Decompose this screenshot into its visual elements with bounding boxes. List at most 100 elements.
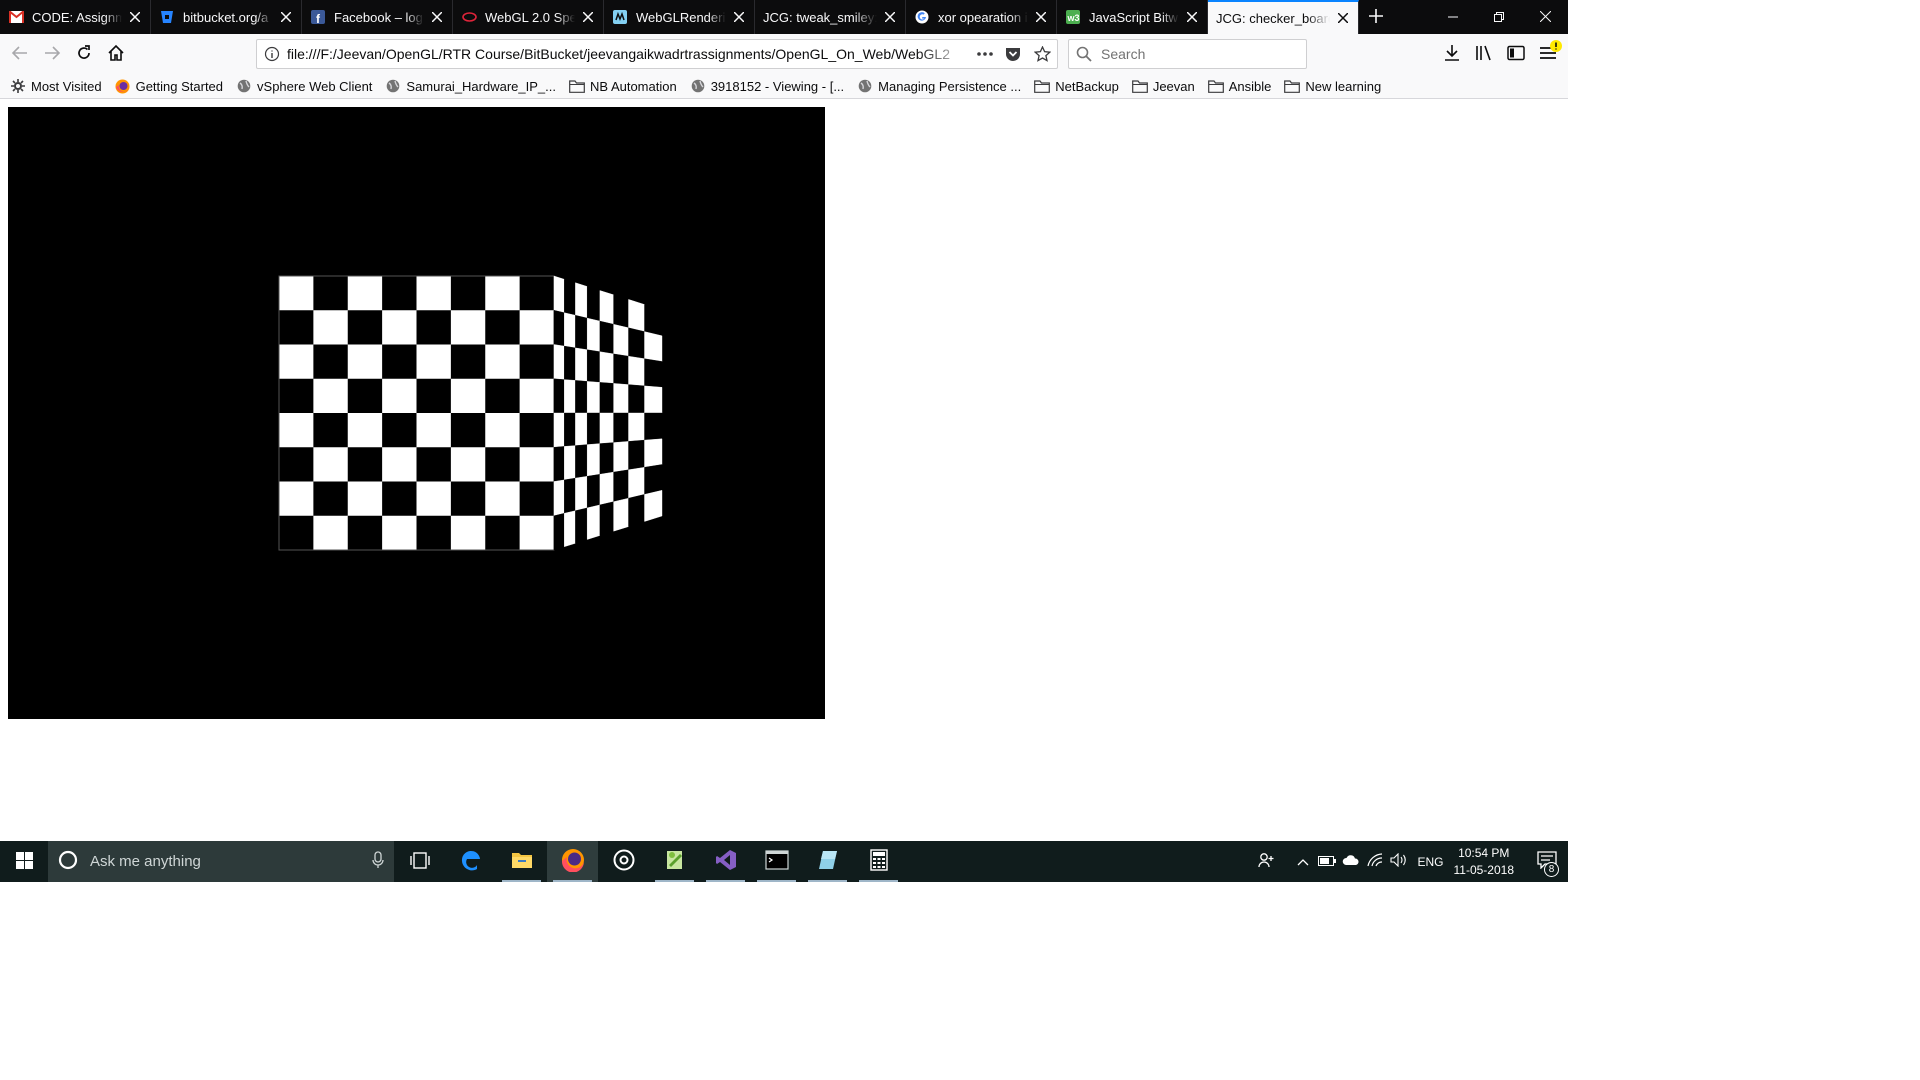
sidebar-button[interactable] [1500, 38, 1532, 70]
task-view-button[interactable] [394, 841, 445, 882]
bookmark-3918152[interactable]: 3918152 - Viewing - [... [690, 78, 844, 94]
onedrive-button[interactable] [1339, 841, 1363, 882]
taskbar-app-blue[interactable] [802, 841, 853, 882]
taskbar-firefox[interactable] [547, 841, 598, 882]
checker-square [599, 290, 614, 325]
bookmark-folder-nb-automation[interactable]: NB Automation [569, 78, 677, 94]
close-tab-icon[interactable] [279, 10, 293, 24]
url-text: file:///F:/Jeevan/OpenGL/RTR Course/BitB… [287, 46, 950, 62]
checker-square [279, 344, 314, 380]
library-button[interactable] [1468, 38, 1500, 70]
bookmark-vsphere[interactable]: vSphere Web Client [236, 78, 372, 94]
microphone-icon[interactable] [372, 851, 384, 872]
start-button[interactable] [0, 841, 48, 882]
tab-webglrendering[interactable]: WebGLRenderin [604, 0, 755, 34]
pocket-icon[interactable] [999, 46, 1027, 62]
checker-square [575, 315, 588, 350]
battery-button[interactable] [1315, 841, 1339, 882]
webgl-canvas[interactable] [8, 107, 825, 719]
checker-square [644, 331, 663, 362]
restore-icon [1494, 10, 1504, 25]
taskbar-notepad-plus[interactable] [649, 841, 700, 882]
taskbar-command-prompt[interactable] [751, 841, 802, 882]
volume-button[interactable] [1387, 841, 1411, 882]
checker-square [382, 515, 417, 551]
close-tab-icon[interactable] [128, 10, 142, 24]
downloads-button[interactable] [1436, 38, 1468, 70]
close-tab-icon[interactable] [883, 10, 897, 24]
tab-gmail[interactable]: CODE: Assignme [0, 0, 151, 34]
close-tab-icon[interactable] [581, 10, 595, 24]
taskbar-calculator[interactable] [853, 841, 904, 882]
home-button[interactable] [100, 38, 132, 70]
action-center-button[interactable]: 8 [1526, 841, 1568, 882]
globe-icon [385, 78, 401, 94]
bookmark-folder-new-learning[interactable]: New learning [1284, 78, 1381, 94]
people-button[interactable] [1255, 841, 1279, 882]
checker-square [279, 413, 314, 448]
input-language[interactable]: ENG [1417, 855, 1443, 869]
tab-title: Facebook – log [334, 9, 423, 25]
close-window-button[interactable] [1522, 0, 1568, 34]
checker-square [450, 276, 486, 311]
back-button[interactable] [4, 38, 36, 70]
tab-facebook[interactable]: f Facebook – log [302, 0, 453, 34]
checker-square [347, 276, 383, 311]
close-tab-icon[interactable] [430, 10, 444, 24]
wifi-button[interactable] [1363, 841, 1387, 882]
checker-square [279, 310, 314, 345]
clock[interactable]: 10:54 PM 11-05-2018 [1454, 845, 1515, 879]
bookmark-star-icon[interactable] [1027, 46, 1057, 62]
close-tab-icon[interactable] [1185, 10, 1199, 24]
checker-square [564, 312, 576, 349]
close-tab-icon[interactable] [1034, 10, 1048, 24]
taskbar-file-explorer[interactable] [496, 841, 547, 882]
restore-button[interactable] [1476, 0, 1522, 34]
reload-button[interactable] [68, 38, 100, 70]
tab-xor-search[interactable]: xor opearation i [906, 0, 1057, 34]
checker-square [313, 413, 349, 448]
bookmark-getting-started[interactable]: Getting Started [115, 78, 223, 94]
bookmark-folder-jeevan[interactable]: Jeevan [1131, 78, 1195, 94]
cortana-search-placeholder: Ask me anything [90, 853, 201, 870]
notification-count-badge: 8 [1544, 862, 1559, 877]
menu-button[interactable] [1532, 38, 1564, 70]
checker-square [599, 471, 614, 506]
tab-webgl-spec[interactable]: WebGL 2.0 Spec [453, 0, 604, 34]
checker-square [519, 481, 555, 517]
bookmark-most-visited[interactable]: Most Visited [10, 78, 102, 94]
close-tab-icon[interactable] [1336, 11, 1350, 25]
checker-square [613, 412, 629, 443]
battery-icon [1318, 854, 1337, 869]
tab-tweak-smiley[interactable]: JCG: tweak_smiley: W [755, 0, 906, 34]
close-tab-icon[interactable] [732, 10, 746, 24]
url-bar[interactable]: file:///F:/Jeevan/OpenGL/RTR Course/BitB… [256, 39, 1058, 69]
search-bar[interactable] [1068, 39, 1307, 69]
checker-square [628, 384, 645, 414]
new-tab-button[interactable] [1359, 0, 1393, 34]
search-input[interactable] [1099, 45, 1306, 63]
show-hidden-icons-button[interactable] [1291, 841, 1315, 882]
bookmark-folder-ansible[interactable]: Ansible [1207, 78, 1271, 94]
page-actions-icon[interactable] [971, 52, 999, 56]
forward-button[interactable] [36, 38, 68, 70]
page-content [0, 100, 1568, 841]
checker-square [519, 447, 555, 482]
reload-icon [75, 44, 93, 65]
folder-icon [1284, 78, 1301, 94]
tab-bitbucket[interactable]: bitbucket.org/a [151, 0, 302, 34]
taskbar-groove[interactable] [598, 841, 649, 882]
checker-square [485, 413, 521, 448]
taskbar-visual-studio[interactable] [700, 841, 751, 882]
cortana-search-box[interactable]: Ask me anything [48, 841, 394, 882]
checker-square [575, 412, 588, 446]
tab-js-bitwise[interactable]: w3 JavaScript Bitwi [1057, 0, 1208, 34]
bookmark-managing-persistence[interactable]: Managing Persistence ... [857, 78, 1021, 94]
svg-text:w3: w3 [1067, 13, 1080, 23]
bookmark-samurai[interactable]: Samurai_Hardware_IP_... [385, 78, 556, 94]
minimize-button[interactable] [1430, 0, 1476, 34]
info-icon[interactable] [257, 46, 287, 62]
tab-checker-board[interactable]: JCG: checker_board: [1208, 0, 1359, 34]
bookmark-folder-netbackup[interactable]: NetBackup [1034, 78, 1119, 94]
taskbar-edge[interactable] [445, 841, 496, 882]
